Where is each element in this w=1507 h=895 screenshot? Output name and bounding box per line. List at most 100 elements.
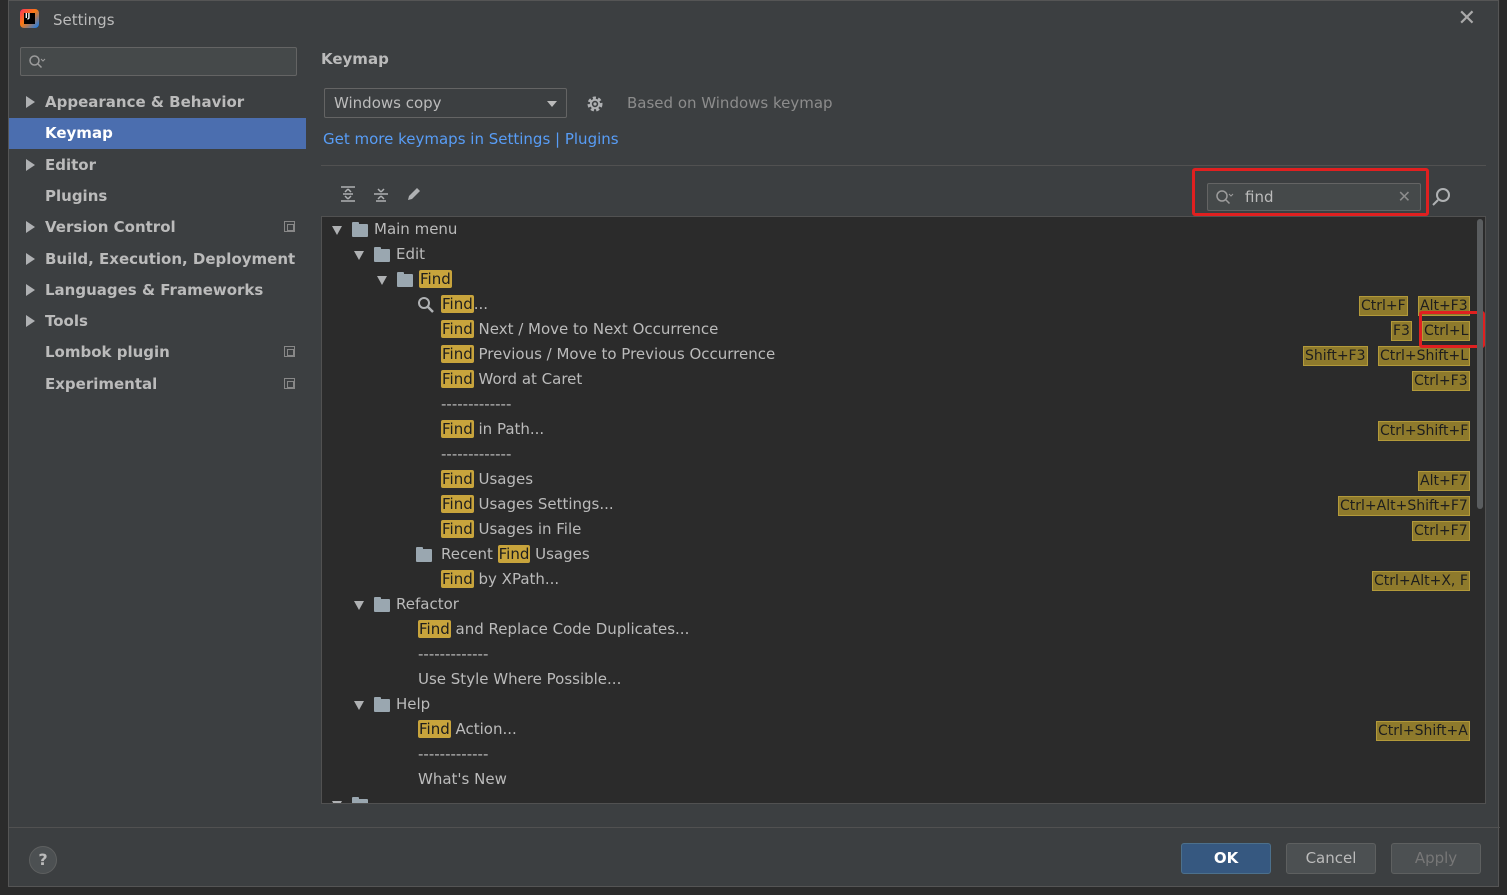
tree-row[interactable]: Find Word at Caret Ctrl+F3 <box>322 368 1472 393</box>
search-match-highlight: Find <box>441 370 474 388</box>
window-title: Settings <box>53 11 115 29</box>
based-on-label: Based on Windows keymap <box>627 94 833 112</box>
sidebar-item-label: Tools <box>45 312 88 331</box>
separator-row: ------------- <box>322 643 1472 668</box>
tree-row[interactable]: What's New <box>322 768 1472 793</box>
chevron-right-icon[interactable] <box>26 158 35 171</box>
close-button[interactable]: ✕ <box>1458 8 1476 30</box>
sidebar-item[interactable]: Keymap <box>9 118 306 150</box>
tree-row[interactable]: Find Next / Move to Next Occurrence Ctrl+… <box>322 318 1472 343</box>
help-button[interactable]: ? <box>29 846 57 874</box>
tree-row[interactable]: Main menu <box>322 218 1472 243</box>
tree-row-label: What's New <box>418 770 507 788</box>
sidebar-item[interactable]: Languages & Frameworks <box>9 275 306 306</box>
tree-row-label: Find by XPath... <box>441 570 559 588</box>
expand-arrow-icon[interactable] <box>377 276 387 285</box>
shortcut-badge: Ctrl+Shift+F <box>1378 421 1471 441</box>
chevron-right-icon[interactable] <box>26 315 35 328</box>
expand-arrow-icon[interactable] <box>354 251 364 260</box>
keymap-filter-input[interactable]: find ✕ <box>1207 183 1421 211</box>
label-text: Refactor <box>396 595 459 613</box>
tree-row[interactable]: Edit <box>322 243 1472 268</box>
folder-icon <box>374 247 390 262</box>
tree-row[interactable]: Recent Find Usages <box>322 543 1472 568</box>
intellij-logo-icon: IJ <box>20 9 39 28</box>
sidebar-item[interactable]: Build, Execution, Deployment <box>9 244 306 275</box>
sidebar-item-label: Lombok plugin <box>45 343 170 362</box>
label-text: in Path... <box>473 420 545 438</box>
search-icon <box>418 297 434 313</box>
clear-icon[interactable]: ✕ <box>1398 187 1411 206</box>
sidebar-item-label: Version Control <box>45 218 176 237</box>
label-text: ------------- <box>441 445 512 463</box>
tree-row[interactable]: Find Usages in File Ctrl+F7 <box>322 518 1472 543</box>
search-match-highlight: Find <box>441 495 474 513</box>
find-by-shortcut-icon[interactable] <box>1431 186 1453 208</box>
label-text: Usages <box>473 470 534 488</box>
search-match-highlight: Find <box>441 470 474 488</box>
label-text: and Replace Code Duplicates... <box>450 620 690 638</box>
tree-row[interactable]: Refactor <box>322 593 1472 618</box>
search-match-highlight: Find <box>419 270 452 288</box>
keymap-actions-tree[interactable]: Main menu Edit Find Find... Alt+F3 Ctrl+F Find… <box>321 216 1486 804</box>
expand-arrow-icon[interactable] <box>354 701 364 710</box>
chevron-right-icon[interactable] <box>26 221 35 234</box>
label-text: What's New <box>418 770 507 788</box>
tree-row-label: Edit <box>396 245 425 263</box>
expand-arrow-icon[interactable] <box>332 226 342 235</box>
tree-row-label: Find Action... <box>418 720 517 738</box>
label-text: Help <box>396 695 431 713</box>
tree-row[interactable]: Find Action... Ctrl+Shift+A <box>322 718 1472 743</box>
chevron-right-icon[interactable] <box>26 252 35 265</box>
tree-row-label: ------------- <box>441 395 511 413</box>
tree-row-label: Use Style Where Possible... <box>418 670 621 688</box>
settings-window: IJ Settings ✕ Appearance & Behavior Keyma… <box>8 0 1500 887</box>
collapse-all-icon[interactable] <box>371 184 391 204</box>
keymap-select[interactable]: Windows copy <box>324 88 567 118</box>
sidebar-item[interactable]: Lombok plugin <box>9 337 306 368</box>
expand-arrow-icon[interactable] <box>332 801 342 803</box>
expand-arrow-icon[interactable] <box>354 601 364 610</box>
edit-pencil-icon[interactable] <box>404 184 424 204</box>
chevron-right-icon[interactable] <box>26 283 35 296</box>
vertical-scrollbar[interactable] <box>1477 219 1483 509</box>
sidebar-item[interactable]: Version Control <box>9 212 306 243</box>
tree-row[interactable]: Find by XPath... Ctrl+Alt+X, F <box>322 568 1472 593</box>
tree-row[interactable]: Use Style Where Possible... <box>322 668 1472 693</box>
apply-button[interactable]: Apply <box>1391 843 1481 874</box>
tree-row[interactable]: Find and Replace Code Duplicates... <box>322 618 1472 643</box>
tree-row[interactable]: Find <box>322 268 1472 293</box>
gear-icon[interactable] <box>585 94 605 114</box>
expand-all-icon[interactable] <box>338 184 358 204</box>
sidebar-item[interactable]: Appearance & Behavior <box>9 87 306 118</box>
tree-row[interactable]: Help <box>322 693 1472 718</box>
tree-row-label: Refactor <box>396 595 459 613</box>
tree-row-label: ------------- <box>418 645 488 663</box>
tree-row[interactable]: Find Usages Alt+F7 <box>322 468 1472 493</box>
tree-row-label: Find Usages Settings... <box>441 495 614 513</box>
folder-icon <box>352 797 368 803</box>
label-text: ------------- <box>418 745 489 763</box>
tree-row[interactable]: Find Usages Settings... Ctrl+Alt+Shift+F7 <box>322 493 1472 518</box>
sidebar-item[interactable]: Tools <box>9 306 306 337</box>
sidebar-item[interactable]: Editor <box>9 150 306 181</box>
folder-icon <box>374 597 390 612</box>
tree-row-label: Help <box>396 695 430 713</box>
search-match-highlight: Find <box>441 420 474 438</box>
sidebar-item[interactable]: Plugins <box>9 181 306 212</box>
tree-row-label: ------------- <box>441 445 511 463</box>
tree-row[interactable] <box>322 793 1472 803</box>
settings-sidebar: Appearance & Behavior Keymap Editor Plugins… <box>9 38 306 827</box>
folder-icon <box>416 547 432 562</box>
sidebar-search-input[interactable] <box>20 47 297 76</box>
tree-row[interactable]: Find in Path... Ctrl+Shift+F <box>322 418 1472 443</box>
cancel-button[interactable]: Cancel <box>1286 843 1376 874</box>
tree-row[interactable]: Find Previous / Move to Previous Occurre… <box>322 343 1472 368</box>
search-icon <box>29 55 46 69</box>
chevron-right-icon[interactable] <box>26 96 35 108</box>
sidebar-item[interactable]: Experimental <box>9 369 306 400</box>
ok-button[interactable]: OK <box>1181 843 1271 874</box>
label-text: Word at Caret <box>473 370 583 388</box>
tree-row[interactable]: Find... Alt+F3 Ctrl+F <box>322 293 1472 318</box>
get-more-keymaps-link[interactable]: Get more keymaps in Settings | Plugins <box>323 130 619 148</box>
